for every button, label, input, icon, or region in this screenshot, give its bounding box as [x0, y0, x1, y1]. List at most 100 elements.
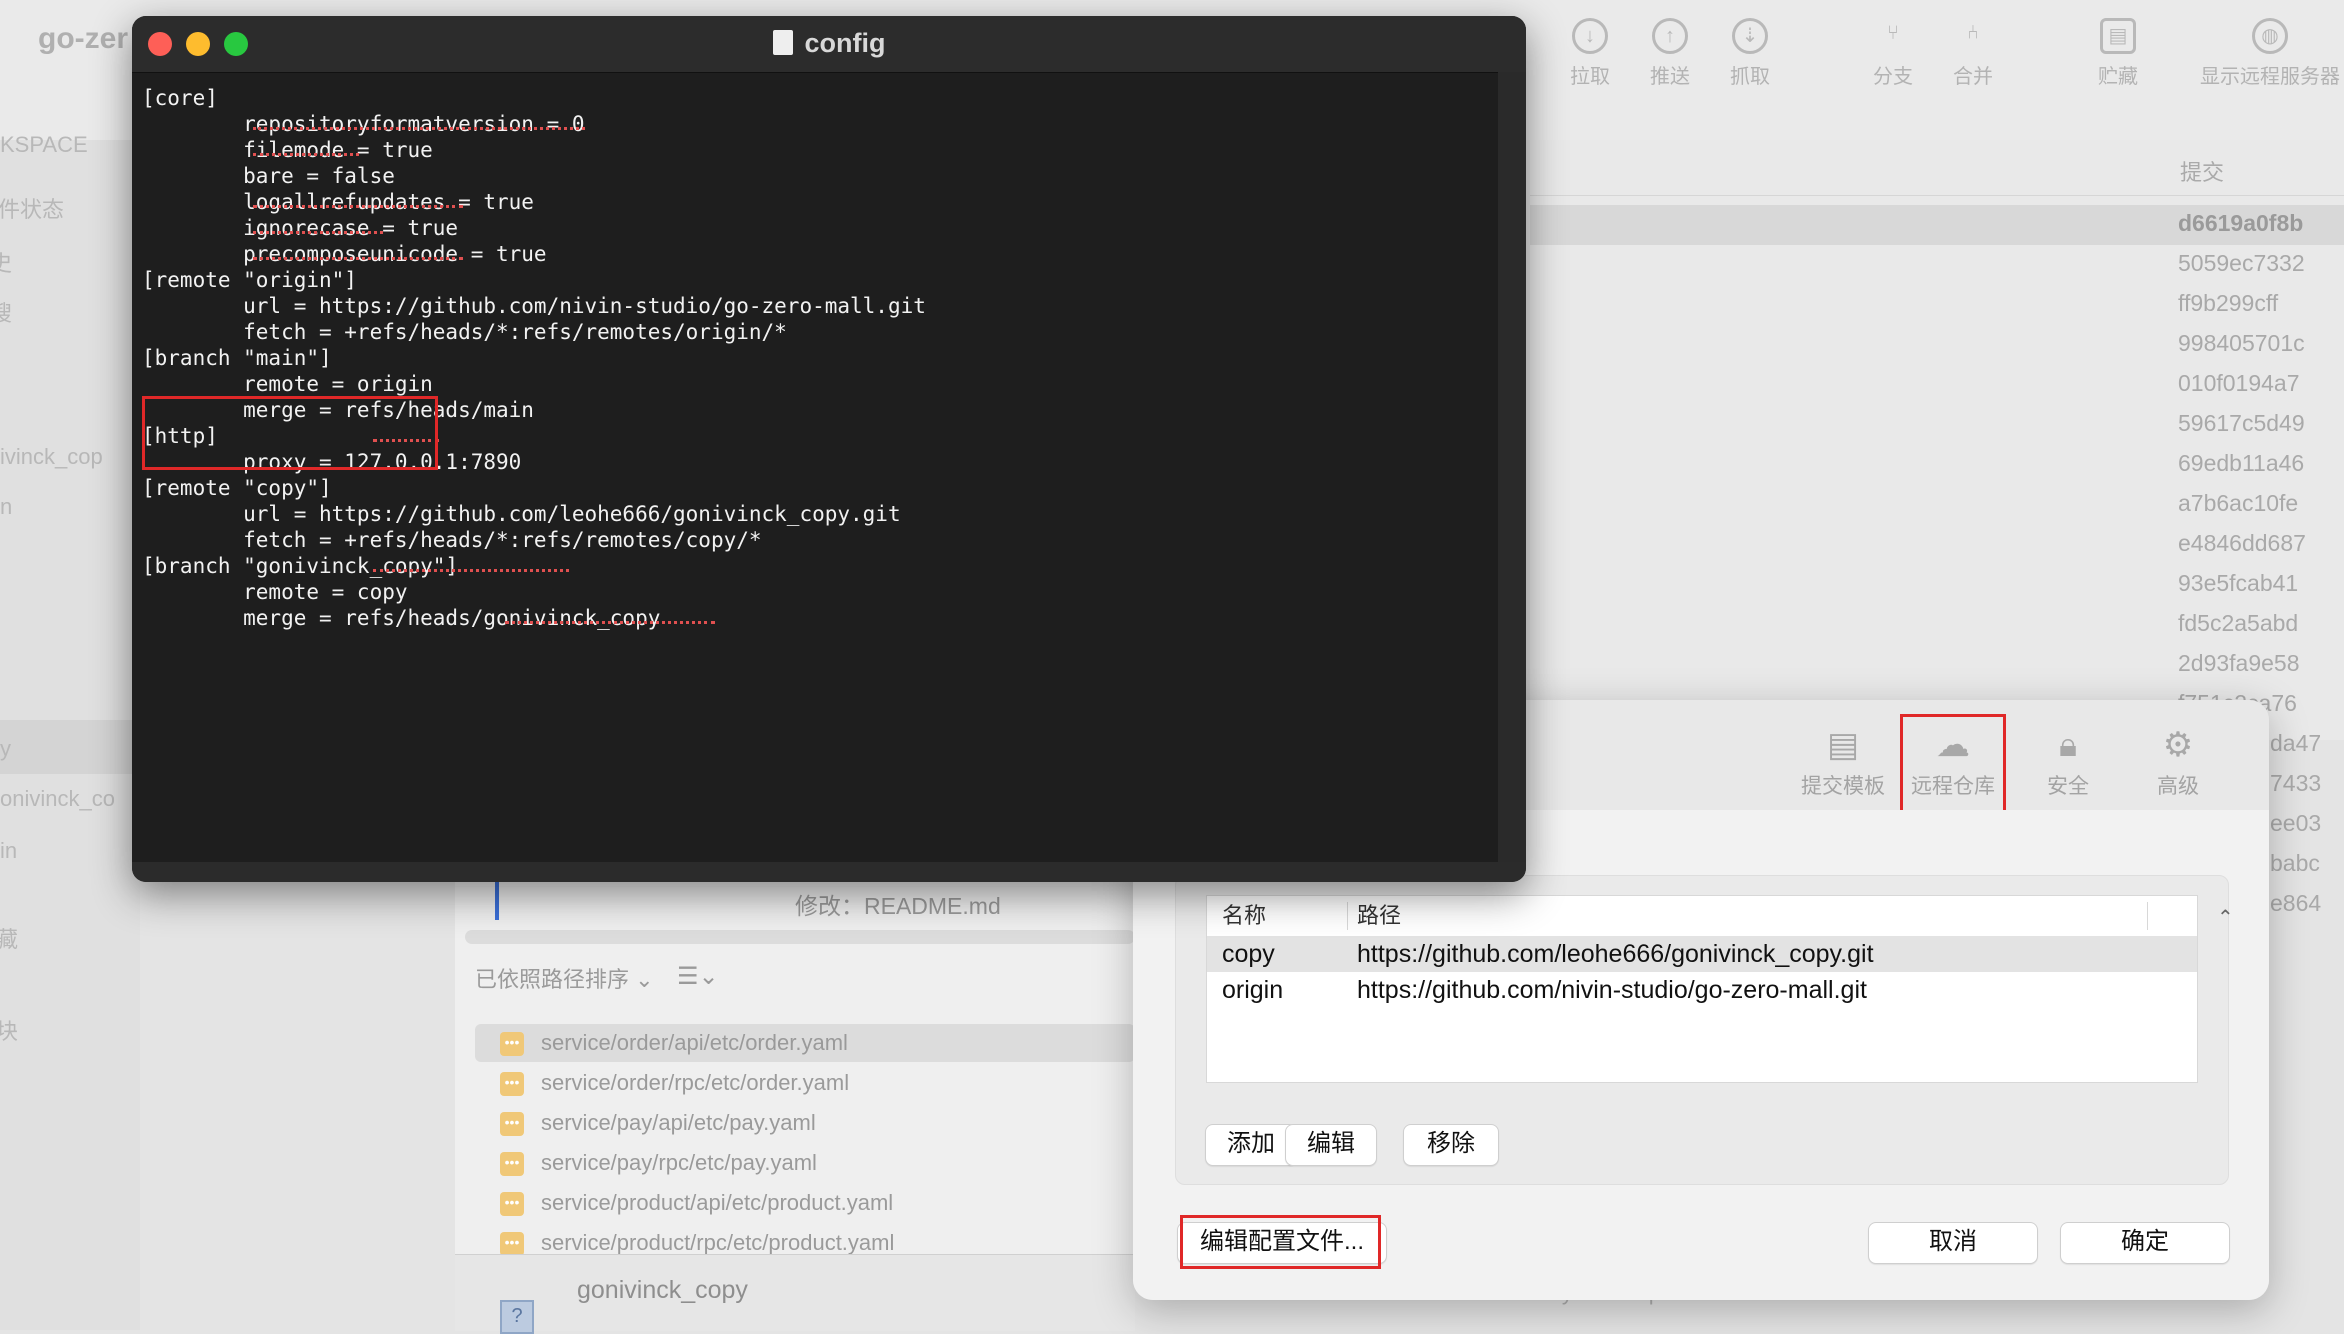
- commit-hash: fd5c2a5abd: [2178, 610, 2299, 636]
- document-icon: [772, 30, 793, 55]
- commit-hash: ff9b299cff: [2178, 290, 2279, 316]
- file-name: service/pay/rpc/etc/pay.yaml: [541, 1150, 817, 1175]
- spellcheck-underline: [253, 227, 383, 234]
- stash-icon: ▤: [2100, 18, 2136, 54]
- help-icon[interactable]: ?: [500, 1300, 534, 1334]
- branch-icon: ⑂: [1887, 22, 1899, 44]
- file-row[interactable]: ••• service/pay/api/etc/pay.yaml: [475, 1104, 1135, 1142]
- code-line: url = https://github.com/leohe666/gonivi…: [142, 502, 901, 526]
- column-header-name[interactable]: 名称: [1222, 896, 1266, 936]
- commit-message: 修改：README.md: [795, 893, 1001, 919]
- highlight-box: [142, 396, 438, 470]
- spellcheck-underline: [253, 253, 463, 260]
- code-line: [remote "origin"]: [142, 268, 357, 292]
- remote-path: https://github.com/nivin-studio/go-zero-…: [1357, 976, 1867, 1004]
- file-name: service/order/api/etc/order.yaml: [541, 1030, 848, 1055]
- cancel-button[interactable]: 取消: [1868, 1222, 2038, 1264]
- sort-dropdown[interactable]: 已依照路径排序 ⌄: [475, 962, 654, 994]
- commit-hash: e4846dd687: [2178, 530, 2306, 556]
- commit-column-header[interactable]: 提交: [2180, 155, 2224, 187]
- sidebar-item-history[interactable]: 史: [0, 246, 12, 278]
- remote-name: origin: [1222, 976, 1284, 1004]
- tab-security[interactable]: 🔒︎ 安全: [2018, 718, 2118, 808]
- sidebar-selection: [0, 720, 140, 774]
- sidebar-item-submodule[interactable]: 块: [0, 1014, 18, 1046]
- sidebar-item-branch-copy[interactable]: ivinck_cop: [0, 444, 103, 470]
- column-separator: [2147, 902, 2148, 930]
- tab-label: 安全: [2047, 775, 2089, 798]
- add-button[interactable]: 添加: [1205, 1124, 1297, 1166]
- commit-hash: 010f0194a7: [2178, 370, 2300, 396]
- sidebar-item-stash[interactable]: 藏: [0, 922, 18, 954]
- ok-button[interactable]: 确定: [2060, 1222, 2230, 1264]
- remove-button[interactable]: 移除: [1403, 1124, 1499, 1166]
- stash-button[interactable]: ▤ 贮藏: [2073, 8, 2163, 108]
- edit-button[interactable]: 编辑: [1285, 1124, 1377, 1166]
- sidebar-item-remote-branch[interactable]: onivinck_co: [0, 786, 115, 812]
- file-row[interactable]: ••• service/order/api/etc/order.yaml: [475, 1024, 1135, 1062]
- horizontal-scrollbar[interactable]: [465, 930, 1135, 944]
- tab-label: 高级: [2157, 775, 2199, 798]
- code-line: [branch "main"]: [142, 346, 332, 370]
- commit-hash: 998405701c: [2178, 330, 2305, 356]
- branch-button[interactable]: ⑂ 分支: [1848, 8, 1938, 108]
- highlight-box: [1180, 1215, 1381, 1269]
- column-separator: [1347, 902, 1348, 930]
- window-title-text: config: [804, 28, 886, 58]
- sidebar-item-remote-copy[interactable]: y: [0, 736, 11, 762]
- yaml-file-icon: •••: [500, 1152, 524, 1176]
- commit-hash: ee03: [2270, 810, 2322, 836]
- vertical-scrollbar[interactable]: [1498, 72, 1526, 862]
- sidebar-item-file-status[interactable]: 件状态: [0, 192, 64, 224]
- column-header-path[interactable]: 路径: [1357, 896, 1401, 936]
- status-bar: [455, 1254, 1135, 1331]
- spellcheck-underline: [253, 149, 359, 156]
- file-row[interactable]: ••• service/pay/rpc/etc/pay.yaml: [475, 1144, 1135, 1182]
- current-branch-label: gonivinck_copy: [577, 1276, 748, 1304]
- gear-icon: ⚙: [2162, 726, 2194, 764]
- app-title: go-zer: [38, 22, 128, 55]
- yaml-file-icon: •••: [500, 1072, 524, 1096]
- merge-button[interactable]: ⑃ 合并: [1928, 8, 2018, 108]
- document-icon: ▤: [1826, 726, 1860, 764]
- list-view-button[interactable]: ☰⌄: [677, 962, 719, 991]
- sort-label: 已依照路径排序: [475, 967, 630, 992]
- commit-hash: e864: [2270, 890, 2322, 916]
- table-row[interactable]: copy https://github.com/leohe666/gonivin…: [1207, 936, 2197, 972]
- sidebar-item-origin-main[interactable]: in: [0, 838, 17, 864]
- sidebar-item-search[interactable]: 搜: [0, 296, 12, 328]
- table-row[interactable]: origin https://github.com/nivin-studio/g…: [1207, 972, 2197, 1008]
- code-line: fetch = +refs/heads/*:refs/remotes/copy/…: [142, 528, 762, 552]
- yaml-file-icon: •••: [500, 1192, 524, 1216]
- code-line: remote = copy: [142, 580, 408, 604]
- push-label: 推送: [1650, 66, 1690, 88]
- fetch-button[interactable]: ⇣ 抓取: [1705, 8, 1795, 108]
- commit-hash: 5059ec7332: [2178, 250, 2305, 276]
- file-name: service/order/rpc/etc/order.yaml: [541, 1070, 850, 1095]
- tab-label: 提交模板: [1801, 775, 1885, 798]
- yaml-file-icon: •••: [500, 1232, 524, 1256]
- show-remote-button[interactable]: ◍ 显示远程服务器: [2190, 8, 2344, 108]
- commit-hash: 93e5fcab41: [2178, 570, 2299, 596]
- globe-icon: ◍: [2252, 18, 2288, 54]
- code-line: bare = false: [142, 164, 395, 188]
- sidebar-item-branch-main[interactable]: n: [0, 494, 12, 520]
- code-line: url = https://github.com/nivin-studio/go…: [142, 294, 926, 318]
- show-remote-label: 显示远程服务器: [2200, 66, 2340, 88]
- commit-hash: 59617c5d49: [2178, 410, 2305, 436]
- pull-button[interactable]: ↓ 拉取: [1545, 8, 1635, 108]
- tab-advanced[interactable]: ⚙ 高级: [2128, 718, 2228, 808]
- chevron-up-icon: ⌃: [2217, 907, 2234, 929]
- push-button[interactable]: ↑ 推送: [1625, 8, 1715, 108]
- pull-icon: ↓: [1572, 18, 1608, 54]
- spellcheck-underline: [253, 201, 463, 208]
- highlight-box: [1900, 714, 2006, 816]
- spellcheck-underline: [253, 123, 585, 130]
- file-row[interactable]: ••• service/order/rpc/etc/order.yaml: [475, 1064, 1135, 1102]
- file-row[interactable]: ••• service/product/api/etc/product.yaml: [475, 1184, 1135, 1222]
- merge-icon: ⑃: [1967, 22, 1979, 44]
- remotes-table[interactable]: 名称 路径 ⌃ copy https://github.com/leohe666…: [1206, 895, 2234, 1083]
- file-name: service/product/api/etc/product.yaml: [541, 1190, 894, 1215]
- commit-hash: 2d93fa9e58: [2178, 650, 2300, 676]
- tab-commit-template[interactable]: ▤ 提交模板: [1793, 718, 1893, 808]
